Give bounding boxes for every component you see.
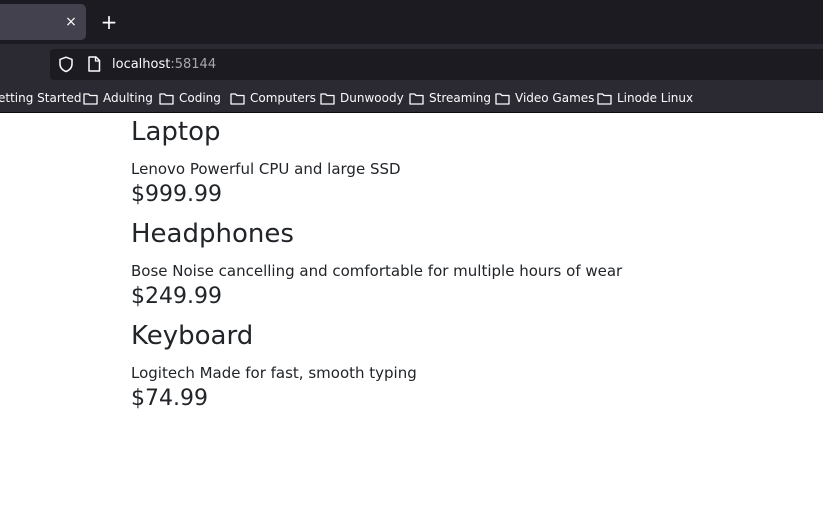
bookmark-folder-adulting[interactable]: Adulting bbox=[83, 90, 153, 107]
bookmark-folder-coding[interactable]: Coding bbox=[159, 90, 221, 107]
bookmark-folder-dunwoody[interactable]: Dunwoody bbox=[320, 90, 404, 107]
url-bar[interactable]: localhost:58144 bbox=[50, 49, 823, 80]
bookmark-folder-computers[interactable]: Computers bbox=[230, 90, 316, 107]
bookmark-label: Linode Linux bbox=[617, 91, 694, 105]
bookmark-label: Video Games bbox=[515, 91, 595, 105]
shield-icon[interactable] bbox=[58, 56, 74, 73]
bookmark-label: Dunwoody bbox=[340, 91, 404, 105]
bookmark-getting-started[interactable]: etting Started bbox=[0, 90, 81, 107]
bookmark-label: Computers bbox=[250, 91, 316, 105]
bookmarks-toolbar: etting Started Adulting Coding Computers… bbox=[0, 84, 823, 113]
bookmark-folder-video-games[interactable]: Video Games bbox=[495, 90, 594, 107]
product-description: Lenovo Powerful CPU and large SSD bbox=[131, 160, 401, 178]
product-item: Headphones Bose Noise cancelling and com… bbox=[131, 216, 791, 312]
product-item: Keyboard Logitech Made for fast, smooth … bbox=[131, 318, 791, 414]
url-port: :58144 bbox=[170, 57, 217, 72]
product-name: Headphones bbox=[131, 219, 294, 249]
active-tab[interactable]: × bbox=[0, 4, 86, 40]
nav-toolbar: localhost:58144 bbox=[0, 44, 823, 84]
folder-icon bbox=[230, 93, 245, 105]
product-name: Keyboard bbox=[131, 321, 254, 351]
bookmark-label: Coding bbox=[179, 91, 221, 105]
product-description: Bose Noise cancelling and comfortable fo… bbox=[131, 262, 623, 280]
folder-icon bbox=[597, 93, 612, 105]
product-price: $999.99 bbox=[131, 182, 222, 207]
new-tab-button[interactable]: + bbox=[98, 11, 120, 33]
folder-icon bbox=[320, 93, 335, 105]
bookmark-label: Streaming bbox=[429, 91, 491, 105]
product-name: Laptop bbox=[131, 117, 221, 147]
bookmark-label: etting Started bbox=[0, 91, 82, 105]
product-price: $249.99 bbox=[131, 284, 222, 309]
product-description: Logitech Made for fast, smooth typing bbox=[131, 364, 417, 382]
url-host: localhost bbox=[112, 57, 171, 72]
product-price: $74.99 bbox=[131, 386, 208, 411]
folder-icon bbox=[495, 93, 510, 105]
bookmark-folder-linode-linux[interactable]: Linode Linux bbox=[597, 90, 693, 107]
url-text[interactable]: localhost:58144 bbox=[112, 55, 216, 74]
bookmark-label: Adulting bbox=[103, 91, 153, 105]
folder-icon bbox=[159, 93, 174, 105]
bookmark-folder-streaming[interactable]: Streaming bbox=[409, 90, 491, 107]
product-list: Laptop Lenovo Powerful CPU and large SSD… bbox=[131, 113, 791, 414]
tab-strip: × + bbox=[0, 0, 823, 44]
close-tab-icon[interactable]: × bbox=[62, 13, 80, 31]
folder-icon bbox=[83, 93, 98, 105]
page-icon[interactable] bbox=[87, 56, 101, 72]
product-item: Laptop Lenovo Powerful CPU and large SSD… bbox=[131, 114, 791, 210]
folder-icon bbox=[409, 93, 424, 105]
